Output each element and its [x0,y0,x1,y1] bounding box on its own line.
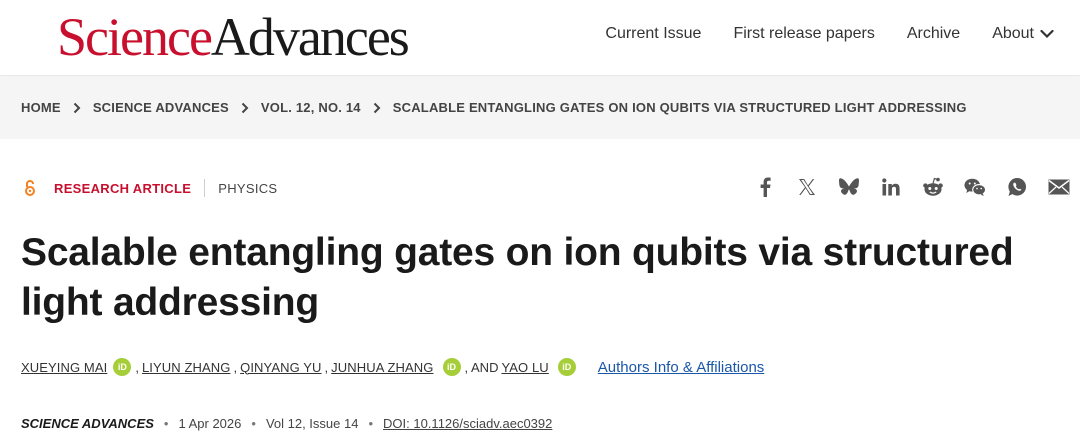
bullet-separator: • [163,416,169,431]
logo-advances: Advances [210,7,410,67]
chevron-right-icon [73,102,81,114]
author-separator: , [324,359,329,375]
x-icon[interactable] [796,176,818,198]
article-type-row: RESEARCH ARTICLE PHYSICS [21,178,277,198]
author-list: XUEYING MAI iD , LIYUN ZHANG , QINYANG Y… [21,358,764,376]
orcid-icon[interactable]: iD [113,358,132,376]
main-nav: Current Issue First release papers Archi… [605,24,1054,44]
bluesky-icon[interactable] [838,176,860,198]
nav-about-label: About [992,25,1034,42]
orcid-icon[interactable]: iD [442,358,461,376]
article-title: Scalable entangling gates on ion qubits … [21,231,1014,324]
chevron-right-icon [373,102,381,114]
volume-issue[interactable]: Vol 12, Issue 14 [266,416,359,431]
linkedin-icon[interactable] [880,176,902,198]
wechat-icon[interactable] [964,176,986,198]
author-name[interactable]: JUNHUA ZHANG [331,360,433,375]
reddit-icon[interactable] [922,176,944,198]
nav-first-release-papers[interactable]: First release papers [733,24,874,44]
subject-label[interactable]: PHYSICS [218,181,277,196]
bullet-separator: • [251,416,256,431]
nav-current-issue[interactable]: Current Issue [605,24,701,44]
nav-archive[interactable]: Archive [907,24,960,44]
breadcrumb-science-advances[interactable]: SCIENCE ADVANCES [93,100,229,115]
breadcrumb-volume[interactable]: VOL. 12, NO. 14 [261,100,361,115]
breadcrumb: HOME SCIENCE ADVANCES VOL. 12, NO. 14 SC… [21,100,967,115]
publication-date: 1 Apr 2026 [178,416,242,431]
author-name[interactable]: XUEYING MAI [21,360,107,375]
journal-name: SCIENCE ADVANCES [21,416,154,431]
breadcrumb-home[interactable]: HOME [21,100,61,115]
author-separator: , [135,359,139,375]
breadcrumb-current: SCALABLE ENTANGLING GATES ON ION QUBITS … [392,100,967,115]
chevron-down-icon [1040,29,1054,39]
email-icon[interactable] [1048,176,1070,198]
orcid-icon[interactable]: iD [557,358,576,376]
authors-affiliations-link[interactable]: Authors Info & Affiliations [598,359,765,376]
author-separator: , [233,359,238,375]
article-type-label[interactable]: RESEARCH ARTICLE [54,181,191,196]
share-bar [754,176,1070,198]
chevron-right-icon [241,102,249,114]
site-header: ScienceAdvances Current Issue First rele… [0,0,1080,76]
author-name[interactable]: YAO LU [501,360,548,375]
author-separator: , AND [464,359,499,375]
logo-science: Science [57,7,213,67]
whatsapp-icon[interactable] [1006,176,1028,198]
divider [204,179,206,197]
citation-line: SCIENCE ADVANCES • 1 Apr 2026 • Vol 12, … [21,416,552,431]
bullet-separator: • [368,416,374,431]
site-logo[interactable]: ScienceAdvances [57,6,410,68]
author-name[interactable]: QINYANG YU [240,360,321,375]
facebook-icon[interactable] [754,176,776,198]
doi-link[interactable]: DOI: 10.1126/sciadv.aec0392 [383,416,552,431]
breadcrumb-band: HOME SCIENCE ADVANCES VOL. 12, NO. 14 SC… [0,77,1080,139]
nav-about[interactable]: About [992,24,1054,44]
author-name[interactable]: LIYUN ZHANG [142,360,231,375]
open-access-icon [24,179,36,197]
